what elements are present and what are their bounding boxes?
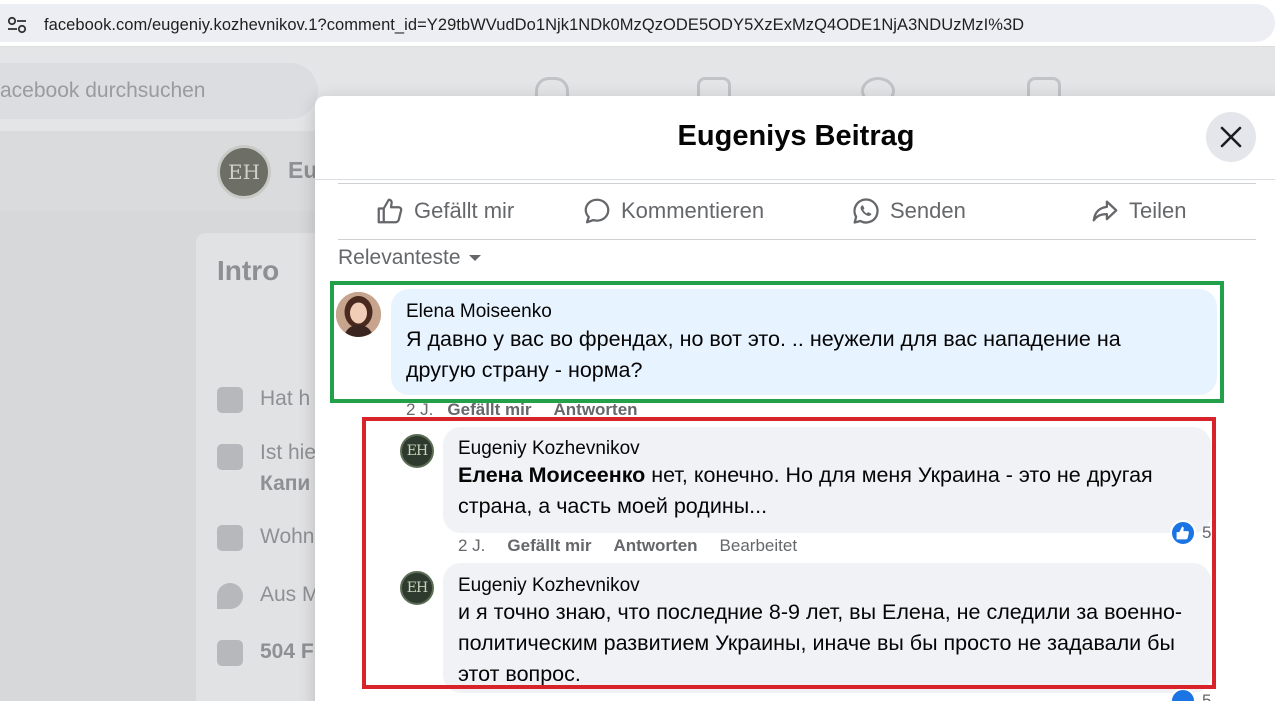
share-arrow-icon [1092, 200, 1118, 222]
intro-row-text: Wohn [260, 525, 315, 548]
home-icon [217, 525, 243, 551]
intro-row-text: Ist hie [260, 441, 317, 464]
intro-row-text: Капи [260, 472, 311, 495]
url-text[interactable]: facebook.com/eugeniy.kozhevnikov.1?comme… [44, 16, 1024, 35]
comment-label: Kommentieren [621, 198, 765, 223]
sort-label: Relevanteste [338, 246, 461, 269]
intro-row-text: Aus M [260, 583, 320, 606]
url-field[interactable]: facebook.com/eugeniy.kozhevnikov.1?comme… [0, 4, 1275, 42]
facebook-search-placeholder: acebook durchsuchen [0, 79, 206, 102]
caret-down-icon [468, 255, 481, 261]
send-label: Senden [890, 198, 966, 223]
profile-name[interactable]: Eu [288, 157, 317, 184]
close-icon [1220, 126, 1242, 148]
like-button[interactable]: Gefällt mir [375, 194, 514, 228]
intro-heading: Intro [217, 255, 280, 286]
graduation-cap-icon [217, 387, 243, 413]
dialog-header: Eugeniys Beitrag [315, 96, 1275, 180]
intro-row-text: 504 F [260, 640, 314, 663]
thumbs-up-icon [377, 198, 403, 224]
location-pin-icon [217, 583, 243, 609]
dialog-title: Eugeniys Beitrag [677, 120, 915, 152]
site-settings-icon[interactable] [6, 15, 28, 35]
share-button[interactable]: Teilen [1090, 194, 1186, 228]
post-action-bar: Gefällt mir Kommentieren Senden Teilen [338, 183, 1256, 240]
whatsapp-icon [853, 198, 879, 224]
comment-sort-dropdown[interactable]: Relevanteste [338, 246, 482, 270]
like-label: Gefällt mir [414, 198, 515, 223]
reaction-summary[interactable]: 5 [1170, 688, 1211, 701]
close-button[interactable] [1206, 112, 1256, 162]
graduation-cap-icon [217, 444, 243, 470]
comment-bubble-icon [584, 198, 610, 224]
browser-address-bar: facebook.com/eugeniy.kozhevnikov.1?comme… [0, 0, 1275, 47]
comment-button[interactable]: Kommentieren [582, 194, 764, 228]
share-label: Teilen [1129, 198, 1187, 223]
intro-row-text: Hat h [260, 387, 311, 410]
profile-avatar[interactable]: EH [217, 145, 271, 199]
rss-icon [217, 640, 243, 666]
reply-annotation-box [362, 417, 1216, 689]
send-button[interactable]: Senden [851, 194, 966, 228]
highlight-annotation-box [330, 281, 1224, 403]
like-reaction-icon [1170, 688, 1196, 701]
reaction-count: 5 [1202, 691, 1212, 701]
